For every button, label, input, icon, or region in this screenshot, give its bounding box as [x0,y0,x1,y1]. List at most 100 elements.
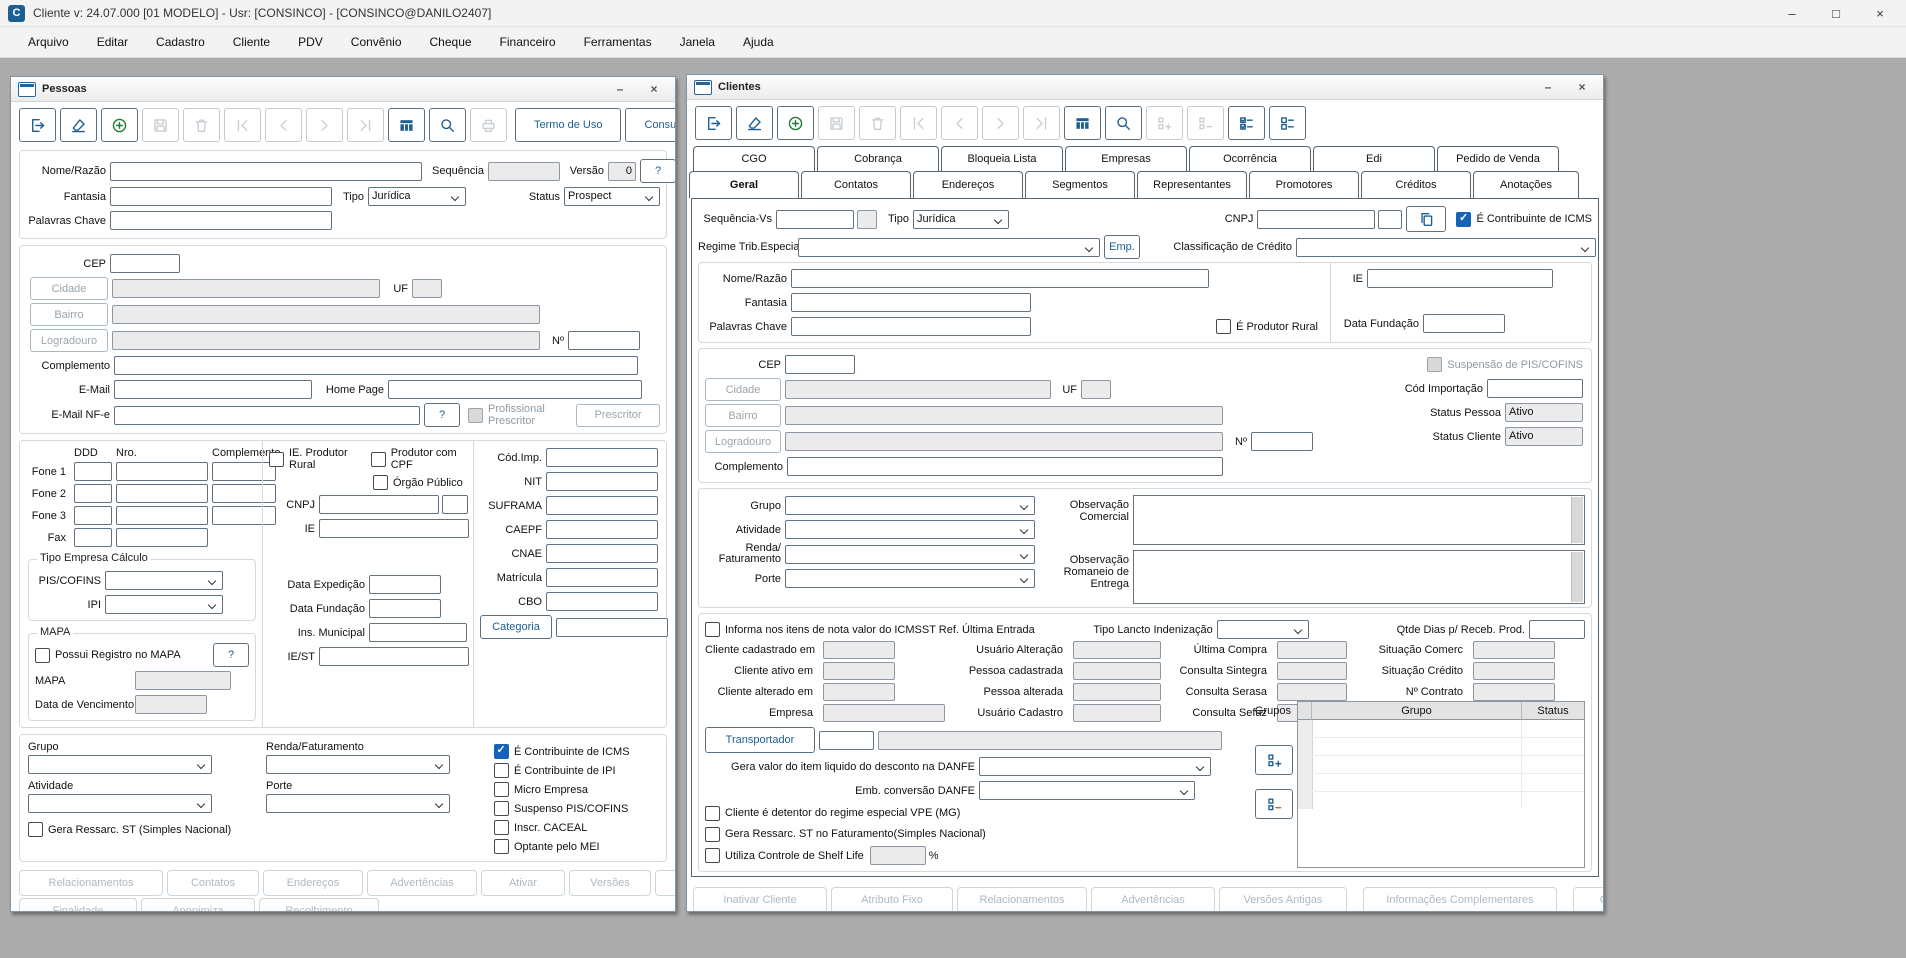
nome-razao-input[interactable] [110,162,422,181]
tab-representantes[interactable]: Representantes [1137,171,1247,198]
palavras-chave-input[interactable] [791,317,1031,336]
orgao-publico-checkbox[interactable] [373,475,388,490]
add-icon[interactable] [101,108,138,142]
grupo-column-header[interactable]: Grupo [1312,702,1522,720]
menu-cheque[interactable]: Cheque [416,31,486,53]
data-fundacao-input[interactable] [369,599,441,618]
cidade-button[interactable]: Cidade [705,378,781,401]
fone3-nro-input[interactable] [116,506,208,525]
gera-valor-danfe-select[interactable] [979,757,1211,776]
maximize-icon[interactable]: □ [1818,2,1854,24]
relacionamentos-button[interactable]: Relacionamentos [19,870,163,896]
bairro-button[interactable]: Bairro [30,303,108,326]
inativar-cliente-button[interactable]: Inativar Cliente [693,887,827,912]
tab-geral[interactable]: Geral [689,171,799,198]
status-column-header[interactable]: Status [1522,702,1584,720]
data-fundacao-input[interactable] [1423,314,1505,333]
gera-ressarc-st-checkbox[interactable] [705,827,720,842]
informacoes-complementares-button[interactable]: Informações Complementares [1363,887,1557,912]
tipo-select[interactable]: Jurídica [913,210,1009,229]
classificacao-credito-select[interactable] [1296,238,1596,257]
fone2-ddd-input[interactable] [74,484,112,503]
save-icon[interactable] [142,108,179,142]
relacionamentos-button[interactable]: Relacionamentos [957,887,1087,912]
tab-cobranca[interactable]: Cobrança [817,146,939,171]
ativar-button[interactable]: Ativar [481,870,565,896]
tab-enderecos[interactable]: Endereços [913,171,1023,198]
home-page-input[interactable] [388,380,642,399]
contribuinte-ipi-checkbox[interactable] [494,763,509,778]
fone1-ddd-input[interactable] [74,462,112,481]
pessoas-title-bar[interactable]: Pessoas – × [11,77,675,102]
nav-last-icon[interactable] [1023,106,1060,140]
email-nfe-help-button[interactable]: ? [424,403,460,427]
scrollbar[interactable] [1571,497,1583,543]
tab-segmentos[interactable]: Segmentos [1025,171,1135,198]
consulta-cnpj-button[interactable]: Consulta CNPJ [625,108,676,142]
fone2-nro-input[interactable] [116,484,208,503]
menu-arquivo[interactable]: Arquivo [14,31,83,53]
clientes-title-bar[interactable]: Clientes – × [687,75,1603,100]
minimize-icon[interactable]: – [1534,77,1562,97]
recolhimento-button[interactable]: Recolhimento [259,898,379,912]
ie-st-input[interactable] [319,647,469,666]
cnpj-input[interactable] [1257,210,1375,229]
tab-anotacoes[interactable]: Anotações [1473,171,1579,198]
nav-last-icon[interactable] [347,108,384,142]
tab-creditos[interactable]: Créditos [1361,171,1471,198]
menu-editar[interactable]: Editar [83,31,142,53]
porte-select[interactable] [266,794,450,813]
finalidade-button[interactable]: Finalidade [19,898,137,912]
search-icon[interactable] [429,108,466,142]
fax-nro-input[interactable] [116,528,208,547]
emp-button[interactable]: Emp. [1104,235,1140,259]
status-select[interactable]: Prospect [564,187,660,206]
tab-contatos[interactable]: Contatos [801,171,911,198]
nav-first-icon[interactable] [900,106,937,140]
complemento-input[interactable] [114,356,638,375]
numero-input[interactable] [568,331,640,350]
grid-icon[interactable] [1064,106,1101,140]
contatos-button[interactable]: Contatos [167,870,259,896]
bairro-button[interactable]: Bairro [705,404,781,427]
transportador-codigo-input[interactable] [819,731,874,750]
versoes-antigas-button[interactable]: Versões Antigas [1219,887,1347,912]
atividade-select[interactable] [785,520,1035,539]
renda-faturamento-select[interactable] [266,755,450,774]
caepf-input[interactable] [546,520,658,539]
tab-promotores[interactable]: Promotores [1249,171,1359,198]
cnae-input[interactable] [546,544,658,563]
tab-empresas[interactable]: Empresas [1065,146,1187,171]
cidade-button[interactable]: Cidade [30,277,108,300]
list-add-icon[interactable] [1146,106,1183,140]
tab-cgo[interactable]: CGO [693,146,815,171]
fone3-ddd-input[interactable] [74,506,112,525]
fantasia-input[interactable] [791,293,1031,312]
contribuinte-icms-checkbox[interactable] [494,744,509,759]
pis-cofins-select[interactable] [105,571,223,590]
clear-icon[interactable] [60,108,97,142]
contribuinte-icms-checkbox[interactable] [1456,212,1471,227]
mapa-help-button[interactable]: ? [213,643,249,667]
menu-convenio[interactable]: Convênio [337,31,416,53]
atividade-select[interactable] [28,794,212,813]
sequencia-vs-input[interactable] [776,210,854,229]
numero-input[interactable] [1251,432,1313,451]
grupo-add-icon[interactable] [1255,745,1293,775]
advertencias-button[interactable]: Advertências [367,870,477,896]
versoes-button[interactable]: Versões [569,870,651,896]
close-icon[interactable]: × [1568,77,1596,97]
suframa-input[interactable] [546,496,658,515]
nav-next-icon[interactable] [306,108,343,142]
nav-first-icon[interactable] [224,108,261,142]
copy-icon[interactable] [1406,206,1446,232]
fax-ddd-input[interactable] [74,528,112,547]
ipi-select[interactable] [105,595,223,614]
cbo-input[interactable] [546,592,658,611]
matricula-input[interactable] [546,568,658,587]
data-expedicao-input[interactable] [369,575,441,594]
cod-imp-input[interactable] [546,448,658,467]
produtor-rural-checkbox[interactable] [1216,319,1231,334]
menu-ferramentas[interactable]: Ferramentas [570,31,666,53]
grupo-select[interactable] [28,755,212,774]
